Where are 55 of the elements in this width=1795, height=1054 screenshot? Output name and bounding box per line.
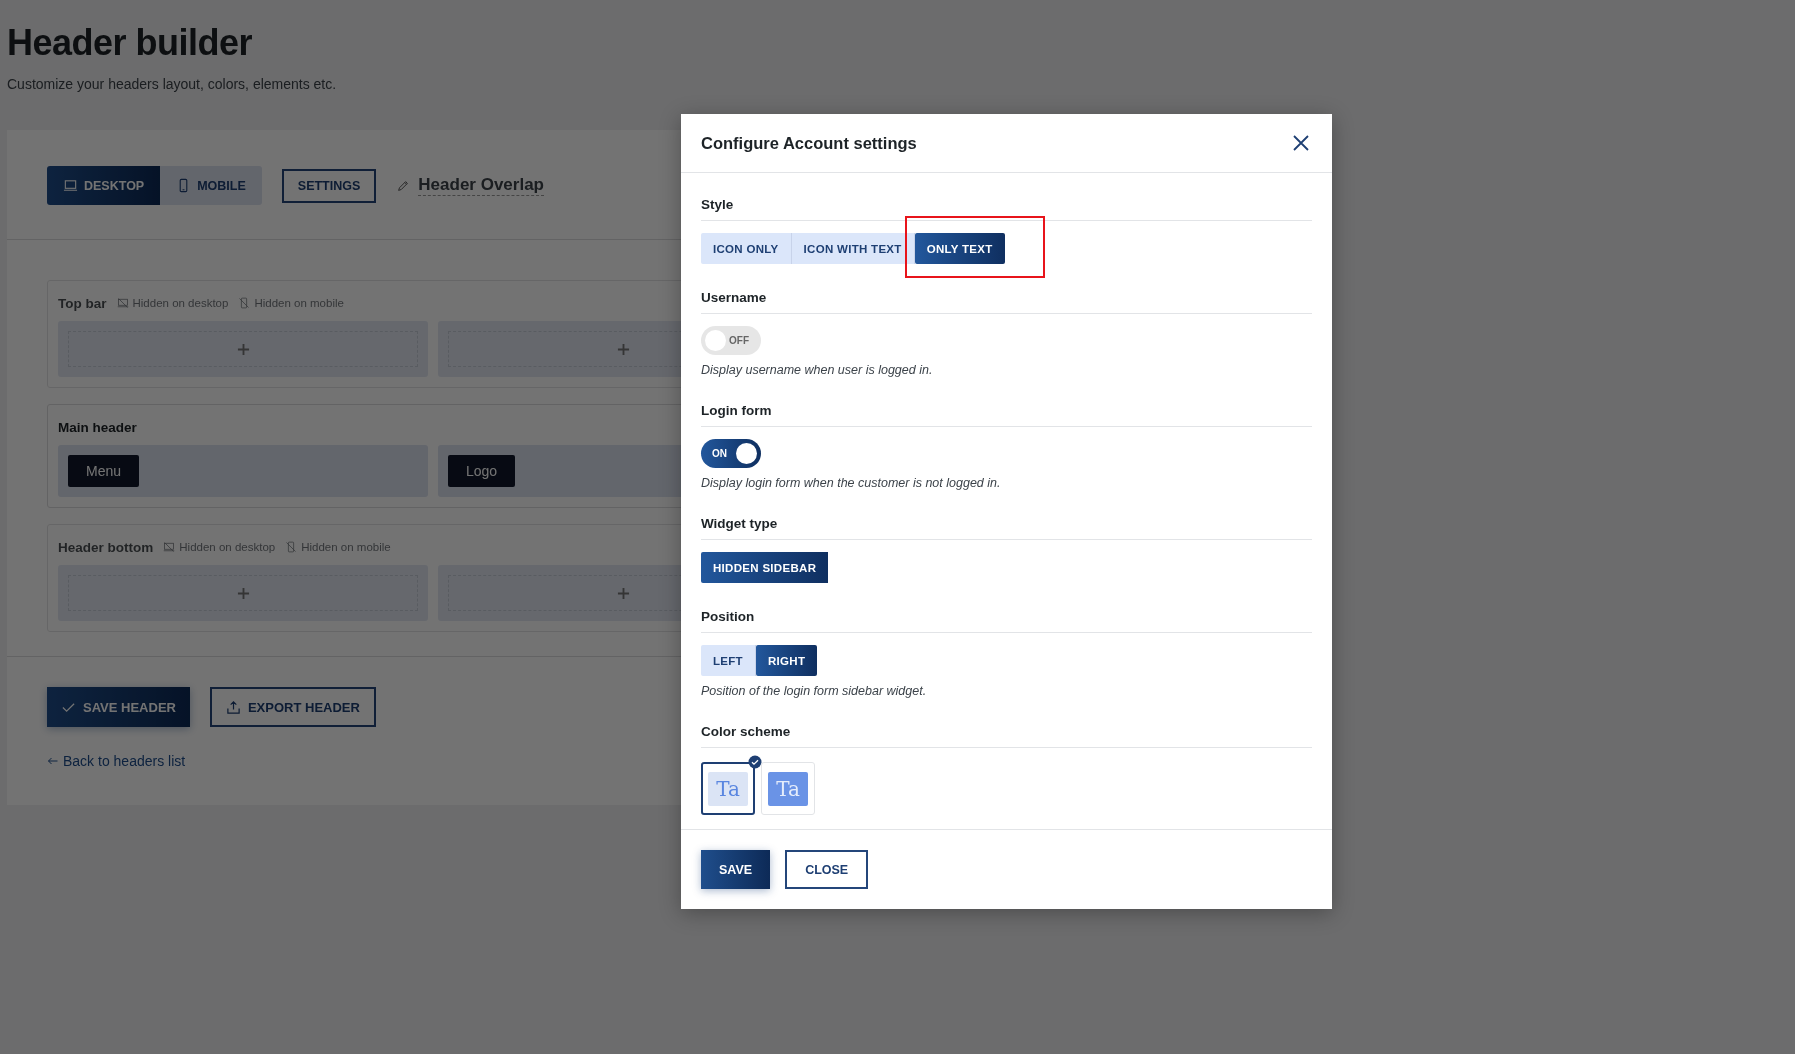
dialog-title: Configure Account settings — [701, 133, 917, 153]
check-badge-icon — [748, 755, 762, 769]
back-link[interactable]: Back to headers list — [47, 753, 186, 769]
help-text: Position of the login form sidebar widget. — [701, 684, 928, 698]
hidden-flag-label[interactable]: Hidden on desktop — [132, 297, 229, 309]
help-text: Display username when user is logged in. — [701, 363, 934, 377]
option-button[interactable]: HIDDEN SIDEBAR — [701, 552, 829, 583]
view-tab[interactable]: DESKTOP — [47, 166, 161, 205]
hidden-flag-label[interactable]: Hidden on mobile — [254, 297, 344, 309]
page-subtitle: Customize your headers layout, colors, elements etc. — [7, 76, 338, 92]
section-label: Login form — [701, 403, 1312, 427]
settings-button[interactable]: SETTINGS — [281, 168, 377, 203]
section-label: Style — [701, 197, 1312, 221]
hidden-flag-label[interactable]: Hidden on desktop — [179, 541, 276, 553]
header-name[interactable]: Header Overlap — [418, 175, 544, 196]
help-text: Display login form when the customer is not logged in. — [701, 476, 1002, 490]
option-button[interactable]: ICON WITH TEXT — [791, 233, 915, 264]
option-button[interactable]: RIGHT — [755, 645, 818, 676]
section-label: Color scheme — [701, 724, 1312, 748]
save-button[interactable]: SAVE — [701, 850, 771, 889]
section-label: Position — [701, 609, 1312, 633]
laptop-icon — [63, 178, 78, 193]
close-button[interactable] — [1292, 133, 1312, 153]
row-title: Main header — [58, 419, 137, 435]
option-button[interactable]: LEFT — [701, 645, 756, 676]
upload-icon — [225, 699, 241, 715]
save-header-button[interactable]: SAVE HEADER — [47, 687, 190, 727]
plus-icon — [236, 342, 250, 356]
hidden-flag-label[interactable]: Hidden on mobile — [301, 541, 391, 553]
view-tab[interactable]: MOBILE — [160, 166, 262, 205]
hidden-mobile-icon — [285, 541, 298, 553]
export-header-button[interactable]: EXPORT HEADER — [209, 687, 376, 727]
plus-icon — [616, 586, 630, 600]
section-label: Username — [701, 290, 1312, 314]
hidden-desktop-icon — [163, 541, 176, 553]
arrow-left-icon — [47, 755, 59, 767]
plus-icon — [616, 342, 630, 356]
option-button[interactable]: ICON ONLY — [701, 233, 792, 264]
header-element[interactable]: Logo — [448, 455, 516, 487]
option-button[interactable]: ONLY TEXT — [914, 233, 1005, 264]
plus-icon — [236, 586, 250, 600]
header-element[interactable]: Menu — [68, 455, 140, 487]
close-icon — [1292, 134, 1310, 152]
hidden-mobile-icon — [238, 297, 251, 309]
hidden-desktop-icon — [116, 297, 129, 309]
toggle-switch[interactable]: ON — [701, 439, 761, 468]
pencil-icon — [396, 178, 411, 193]
toggle-switch[interactable]: OFF — [701, 326, 761, 355]
row-title: Header bottom — [58, 539, 154, 555]
row-title: Top bar — [58, 295, 107, 311]
section-label: Widget type — [701, 516, 1312, 540]
color-scheme-option[interactable]: Ta — [701, 762, 755, 815]
cancel-button[interactable]: CLOSE — [785, 850, 869, 889]
page-title: Header builder — [7, 22, 254, 64]
color-scheme-option[interactable]: Ta — [761, 762, 815, 815]
